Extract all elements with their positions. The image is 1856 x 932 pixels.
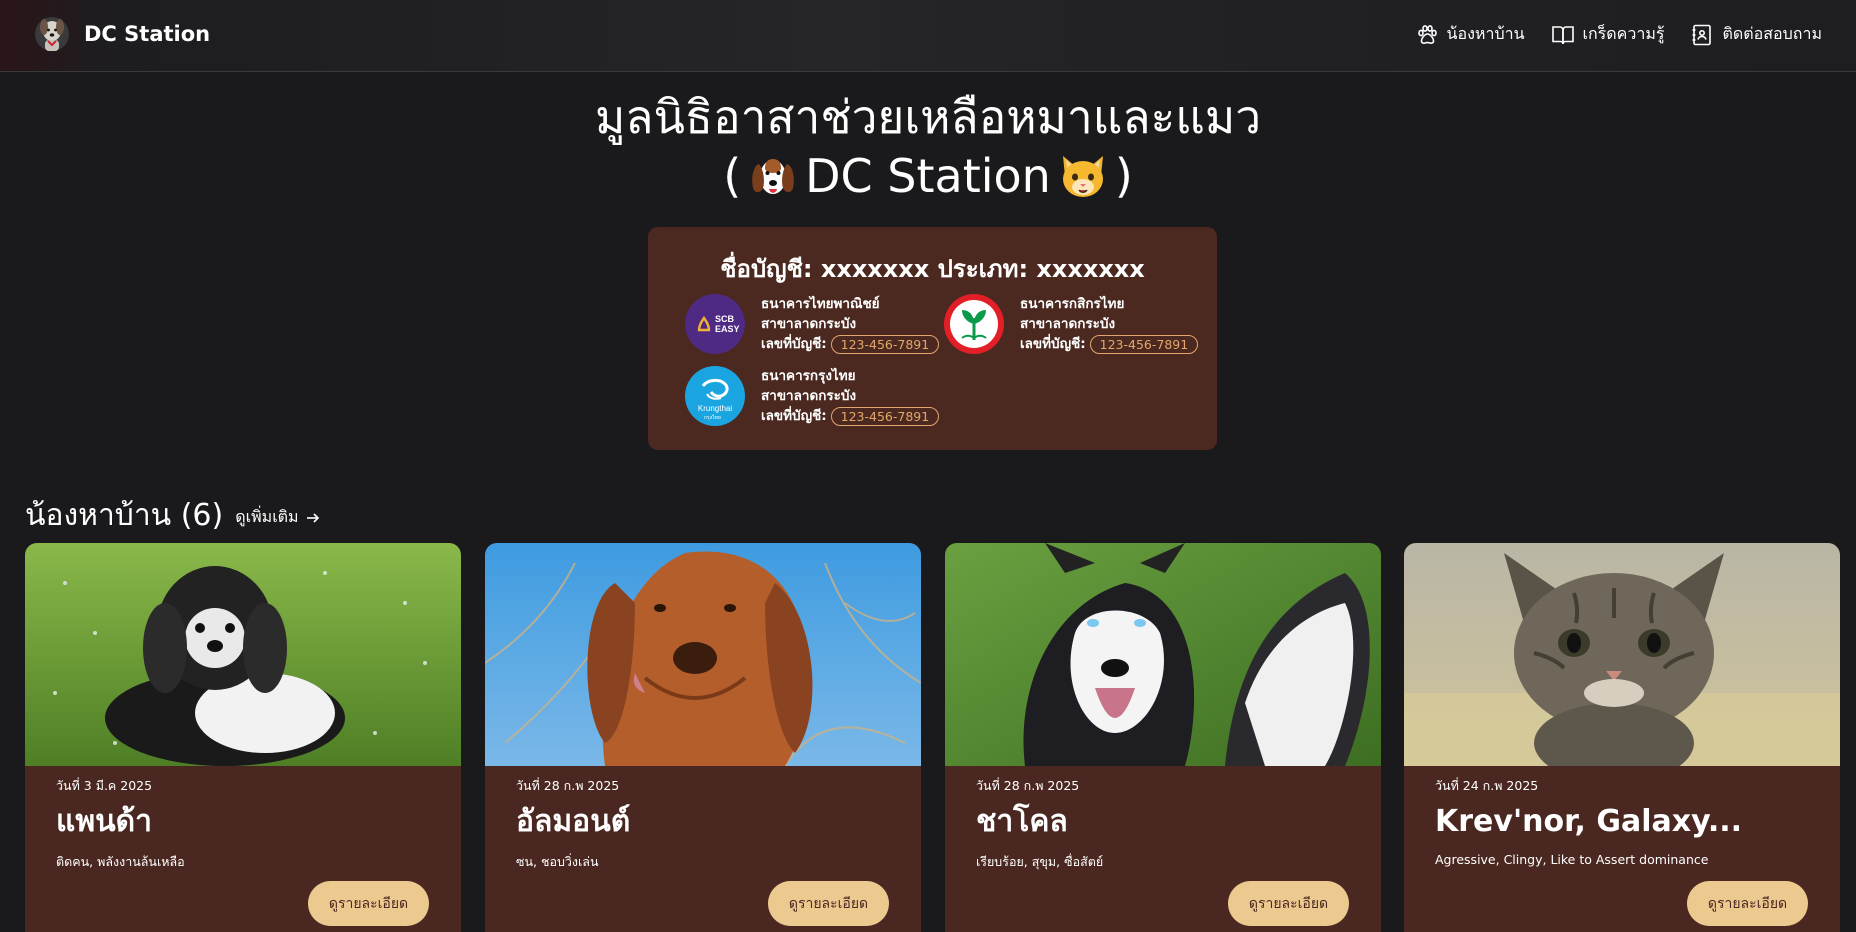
pet-card[interactable]: วันที่ 24 ก.พ 2025 Krev'nor, Galaxy... A… <box>1404 543 1840 932</box>
view-details-button[interactable]: ดูรายละเอียด <box>1228 881 1349 926</box>
krungthai-logo-text-1: Krungthai <box>698 404 732 413</box>
card-tags: ติดคน, พลังงานล้นเหลือ <box>56 854 185 869</box>
view-details-button[interactable]: ดูรายละเอียด <box>1687 881 1808 926</box>
pet-card[interactable]: วันที่ 3 มี.ค 2025 แพนด้า ติดคน, พลังงาน… <box>25 543 461 932</box>
bank-branch: สาขาลาดกระบัง <box>1020 316 1116 332</box>
arrow-right-icon <box>306 512 319 523</box>
scb-logo-text-1: SCB <box>715 314 735 324</box>
account-number[interactable]: 123-456-7891 <box>1089 334 1199 354</box>
card-name: แพนด้า <box>56 804 152 839</box>
krungthai-logo-text-2: กรุงไทย <box>704 414 721 421</box>
account-label: เลขที่บัญชี: <box>1020 336 1086 352</box>
nav-links: น้องหาบ้าน เกร็ดความรู้ ติดต่อสอบถาม <box>1415 22 1822 47</box>
husky-photo <box>945 543 1381 766</box>
account-number[interactable]: 123-456-7891 <box>830 406 940 426</box>
card-name: Krev'nor, Galaxy... <box>1435 804 1743 839</box>
hero-line2: ( DC Station ) <box>0 146 1856 206</box>
contact-book-icon <box>1692 24 1712 45</box>
navbar: DC Station น้องหาบ้าน เกร็ดความรู้ ติดต่… <box>0 0 1856 72</box>
hero-close-paren: ) <box>1114 149 1133 203</box>
scb-logo-icon: SCB EASY <box>685 294 745 354</box>
card-name: ชาโคล <box>976 804 1068 839</box>
bank-item-krungthai: Krungthai กรุงไทย ธนาคารกรุงไทย สาขาลาดก… <box>685 366 940 426</box>
dog-face-icon <box>752 159 794 194</box>
dog-logo-icon <box>35 17 69 51</box>
card-date: วันที่ 28 ก.พ 2025 <box>516 778 620 793</box>
bank-item-scb: SCB EASY ธนาคารไทยพาณิชย์ สาขาลาดกระบัง … <box>685 294 940 354</box>
card-tags: เรียบร้อย, สุขุม, ซื่อสัตย์ <box>976 854 1104 869</box>
account-label: เลขที่บัญชี: <box>761 336 827 352</box>
card-body: วันที่ 3 มี.ค 2025 แพนด้า ติดคน, พลังงาน… <box>56 776 430 872</box>
nav-link-adopt-label: น้องหาบ้าน <box>1446 24 1525 43</box>
hero-line1: มูลนิธิอาสาช่วยเหลือหมาและแมว <box>594 90 1262 144</box>
kbank-logo-icon <box>944 294 1004 354</box>
card-date: วันที่ 3 มี.ค 2025 <box>56 778 153 793</box>
cat-face-icon <box>1062 156 1103 197</box>
pet-card[interactable]: วันที่ 28 ก.พ 2025 อัลมอนต์ ซน, ชอบวิ่งเ… <box>485 543 921 932</box>
adopt-section-header: น้องหาบ้าน (6) ดูเพิ่มเติม <box>25 492 321 539</box>
bank-info-kbank: ธนาคารกสิกรไทย สาขาลาดกระบัง เลขที่บัญชี… <box>1020 294 1199 354</box>
bank-account-title: ชื่อบัญชี: xxxxxxx ประเภท: xxxxxxx <box>720 255 1145 283</box>
bank-name: ธนาคารไทยพาณิชย์ <box>761 296 880 312</box>
hero-name: DC Station <box>805 149 1051 203</box>
nav-link-knowledge-label: เกร็ดความรู้ <box>1582 24 1665 43</box>
card-date: วันที่ 24 ก.พ 2025 <box>1435 778 1539 793</box>
card-body: วันที่ 24 ก.พ 2025 Krev'nor, Galaxy... A… <box>1435 776 1809 867</box>
paw-icon <box>1417 24 1437 44</box>
scb-logo-text-2: EASY <box>715 324 740 334</box>
pet-card[interactable]: วันที่ 28 ก.พ 2025 ชาโคล เรียบร้อย, สุขุ… <box>945 543 1381 932</box>
hero-open-paren: ( <box>723 149 742 203</box>
krungthai-logo-icon: Krungthai กรุงไทย <box>685 366 745 426</box>
bank-branch: สาขาลาดกระบัง <box>761 316 857 332</box>
bank-name: ธนาคารกรุงไทย <box>761 368 856 384</box>
brand[interactable]: DC Station <box>34 14 210 54</box>
nav-link-contact-label: ติดต่อสอบถาม <box>1722 24 1822 43</box>
view-details-button[interactable]: ดูรายละเอียด <box>308 881 429 926</box>
see-more-label: ดูเพิ่มเติม <box>235 507 299 526</box>
account-label: เลขที่บัญชี: <box>761 408 827 424</box>
view-details-button[interactable]: ดูรายละเอียด <box>768 881 889 926</box>
see-more-link[interactable]: ดูเพิ่มเติม <box>235 505 320 530</box>
nav-link-adopt[interactable]: น้องหาบ้าน <box>1415 22 1525 47</box>
shih-tzu-photo <box>25 543 461 766</box>
bank-item-kbank: ธนาคารกสิกรไทย สาขาลาดกระบัง เลขที่บัญชี… <box>944 294 1199 354</box>
brand-name: DC Station <box>84 22 211 46</box>
bloodhound-photo <box>485 543 921 766</box>
book-icon <box>1551 25 1574 44</box>
account-number[interactable]: 123-456-7891 <box>830 334 940 354</box>
nav-link-knowledge[interactable]: เกร็ดความรู้ <box>1551 22 1665 47</box>
bank-branch: สาขาลาดกระบัง <box>761 388 857 404</box>
bank-account-panel: ชื่อบัญชี: xxxxxxx ประเภท: xxxxxxx SCB E… <box>648 227 1217 450</box>
hero-title: มูลนิธิอาสาช่วยเหลือหมาและแมว ( DC Stati… <box>0 88 1856 206</box>
bank-name: ธนาคารกสิกรไทย <box>1020 296 1125 312</box>
card-tags: Agressive, Clingy, Like to Assert domina… <box>1435 852 1709 867</box>
bank-info-krungthai: ธนาคารกรุงไทย สาขาลาดกระบัง เลขที่บัญชี:… <box>761 366 940 426</box>
card-body: วันที่ 28 ก.พ 2025 ชาโคล เรียบร้อย, สุขุ… <box>976 776 1350 872</box>
card-name: อัลมอนต์ <box>516 804 631 839</box>
section-title: น้องหาบ้าน (6) <box>25 498 224 533</box>
card-tags: ซน, ชอบวิ่งเล่น <box>516 854 599 869</box>
card-body: วันที่ 28 ก.พ 2025 อัลมอนต์ ซน, ชอบวิ่งเ… <box>516 776 890 872</box>
nav-link-contact[interactable]: ติดต่อสอบถาม <box>1690 22 1822 47</box>
bank-info-scb: ธนาคารไทยพาณิชย์ สาขาลาดกระบัง เลขที่บัญ… <box>761 294 940 354</box>
card-date: วันที่ 28 ก.พ 2025 <box>976 778 1080 793</box>
kitten-photo <box>1404 543 1840 766</box>
